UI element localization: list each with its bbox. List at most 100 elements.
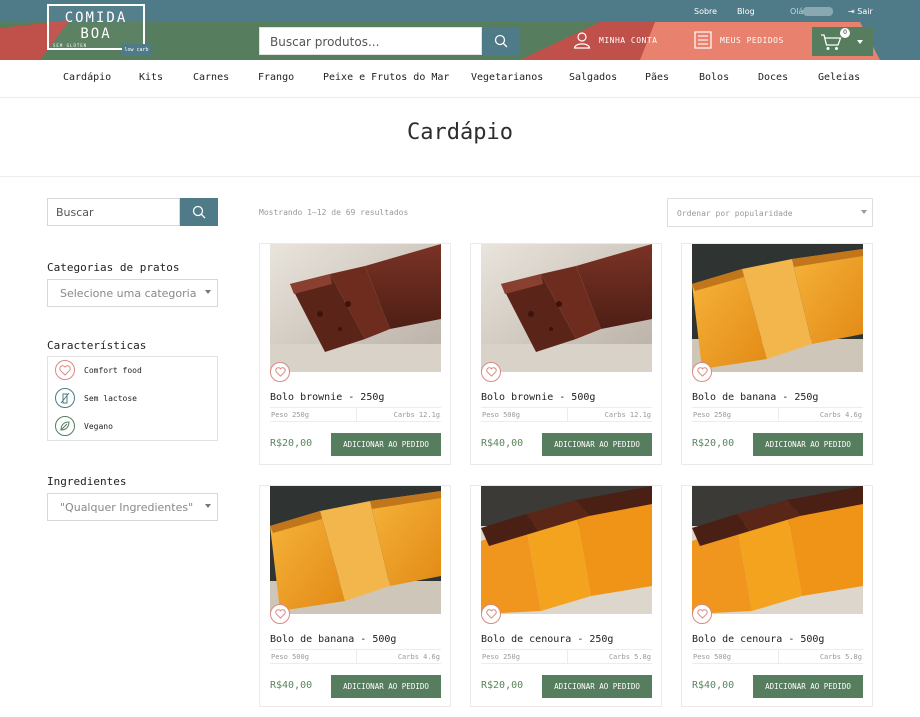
divider bbox=[778, 408, 779, 421]
add-to-order-button[interactable]: ADICIONAR AO PEDIDO bbox=[542, 433, 652, 456]
categories-heading: Categorias de pratos bbox=[47, 261, 180, 274]
product-card[interactable]: Bolo brownie - 250g Peso 250g Carbs 12.1… bbox=[259, 243, 451, 465]
add-to-order-button[interactable]: ADICIONAR AO PEDIDO bbox=[753, 675, 863, 698]
brand-line-1: COMIDA bbox=[64, 10, 128, 26]
account-link[interactable]: MINHA CONTA bbox=[573, 31, 657, 49]
nav-item-cardapio[interactable]: Cardápio bbox=[63, 72, 111, 83]
blog-link[interactable]: Blog bbox=[737, 7, 755, 16]
order-select[interactable]: Ordenar por popularidade bbox=[667, 198, 873, 227]
product-image-brownie[interactable] bbox=[270, 244, 441, 372]
product-meta: Peso 500g Carbs 5.8g bbox=[692, 649, 863, 664]
product-name[interactable]: Bolo brownie - 250g bbox=[270, 392, 384, 403]
about-link[interactable]: Sobre bbox=[694, 7, 717, 16]
orders-link[interactable]: MEUS PEDIDOS bbox=[694, 31, 784, 49]
favorite-button[interactable] bbox=[270, 362, 290, 382]
product-image-brownie[interactable] bbox=[481, 244, 652, 372]
logout-link[interactable]: ⇥ Sair bbox=[848, 7, 873, 16]
search-icon bbox=[192, 205, 206, 219]
product-price: R$40,00 bbox=[692, 680, 735, 691]
product-carbs: Carbs 12.1g bbox=[604, 411, 651, 419]
brand-tagline: SEM GLÚTEN bbox=[53, 43, 88, 48]
add-to-order-button[interactable]: ADICIONAR AO PEDIDO bbox=[331, 433, 441, 456]
favorite-button[interactable] bbox=[270, 604, 290, 624]
product-name[interactable]: Bolo de banana - 500g bbox=[270, 634, 396, 645]
features-list: Comfort food Sem lactose Vegano bbox=[47, 356, 218, 441]
nav-item-paes[interactable]: Pães bbox=[645, 72, 669, 83]
feature-comfort-food[interactable]: Comfort food bbox=[55, 360, 142, 380]
nav-item-vegetarianos[interactable]: Vegetarianos bbox=[471, 72, 543, 83]
user-greeting[interactable]: Olá bbox=[790, 7, 834, 16]
favorite-button[interactable] bbox=[692, 604, 712, 624]
bottle-crossed-icon bbox=[55, 388, 75, 408]
nav-item-salgados[interactable]: Salgados bbox=[569, 72, 617, 83]
search-icon bbox=[494, 34, 508, 48]
add-to-order-button[interactable]: ADICIONAR AO PEDIDO bbox=[331, 675, 441, 698]
favorite-button[interactable] bbox=[692, 362, 712, 382]
product-image-banana[interactable] bbox=[692, 244, 863, 372]
product-name[interactable]: Bolo brownie - 500g bbox=[481, 392, 595, 403]
page-title: Cardápio bbox=[407, 120, 513, 145]
brand-line-2: BOA bbox=[80, 26, 112, 42]
nav-item-doces[interactable]: Doces bbox=[758, 72, 788, 83]
product-name[interactable]: Bolo de cenoura - 250g bbox=[481, 634, 613, 645]
account-label: MINHA CONTA bbox=[599, 35, 658, 45]
product-weight: Peso 500g bbox=[482, 411, 520, 419]
product-meta: Peso 250g Carbs 12.1g bbox=[270, 407, 441, 422]
divider bbox=[356, 650, 357, 663]
cart-button[interactable]: 0 bbox=[812, 27, 873, 56]
feature-label: Sem lactose bbox=[84, 393, 137, 403]
product-card[interactable]: Bolo de cenoura - 500g Peso 500g Carbs 5… bbox=[681, 485, 873, 707]
product-weight: Peso 500g bbox=[693, 653, 731, 661]
product-card[interactable]: Bolo de banana - 250g Peso 250g Carbs 4.… bbox=[681, 243, 873, 465]
logout-icon: ⇥ bbox=[848, 7, 855, 16]
sidebar-search-input[interactable]: Buscar bbox=[47, 198, 180, 226]
product-card[interactable]: Bolo de cenoura - 250g Peso 250g Carbs 5… bbox=[470, 485, 662, 707]
redacted-username bbox=[803, 7, 834, 16]
nav-item-kits[interactable]: Kits bbox=[139, 72, 163, 83]
product-name[interactable]: Bolo de cenoura - 500g bbox=[692, 634, 824, 645]
results-count: Mostrando 1–12 de 69 resultados bbox=[259, 208, 409, 217]
product-name[interactable]: Bolo de banana - 250g bbox=[692, 392, 818, 403]
cart-count-badge: 0 bbox=[840, 28, 850, 38]
product-carbs: Carbs 4.6g bbox=[819, 411, 862, 419]
product-image-banana[interactable] bbox=[270, 486, 441, 614]
divider bbox=[356, 408, 357, 421]
heart-icon bbox=[485, 609, 497, 619]
add-to-order-button[interactable]: ADICIONAR AO PEDIDO bbox=[542, 675, 652, 698]
heart-icon bbox=[274, 367, 286, 377]
product-meta: Peso 500g Carbs 4.6g bbox=[270, 649, 441, 664]
nav-item-geleias[interactable]: Geleias bbox=[818, 72, 860, 83]
ingredients-select-value: "Qualquer Ingredientes" bbox=[60, 501, 194, 514]
product-card[interactable]: Bolo de banana - 500g Peso 500g Carbs 4.… bbox=[259, 485, 451, 707]
feature-sem-lactose[interactable]: Sem lactose bbox=[55, 388, 137, 408]
greeting-label: Olá bbox=[790, 7, 804, 16]
nav-item-frango[interactable]: Frango bbox=[258, 72, 294, 83]
product-search-input[interactable]: Buscar produtos... bbox=[259, 27, 482, 55]
chevron-down-icon[interactable] bbox=[856, 39, 864, 45]
feature-vegano[interactable]: Vegano bbox=[55, 416, 113, 436]
nav-item-carnes[interactable]: Carnes bbox=[193, 72, 229, 83]
leaf-icon bbox=[55, 416, 75, 436]
product-carbs: Carbs 12.1g bbox=[393, 411, 440, 419]
nav-item-bolos[interactable]: Bolos bbox=[699, 72, 729, 83]
divider bbox=[567, 650, 568, 663]
favorite-button[interactable] bbox=[481, 604, 501, 624]
ingredients-select[interactable]: "Qualquer Ingredientes" bbox=[47, 493, 218, 521]
search-button[interactable] bbox=[482, 27, 520, 55]
product-card[interactable]: Bolo brownie - 500g Peso 500g Carbs 12.1… bbox=[470, 243, 662, 465]
heart-icon bbox=[485, 367, 497, 377]
brand-logo[interactable]: COMIDA BOA SEM GLÚTEN low carb bbox=[47, 4, 151, 56]
sidebar-search-button[interactable] bbox=[180, 198, 218, 226]
add-to-order-button[interactable]: ADICIONAR AO PEDIDO bbox=[753, 433, 863, 456]
heart-icon bbox=[274, 609, 286, 619]
category-select[interactable]: Selecione uma categoria bbox=[47, 279, 218, 307]
product-image-carrot[interactable] bbox=[692, 486, 863, 614]
feature-label: Comfort food bbox=[84, 365, 142, 375]
cart-icon bbox=[821, 33, 842, 50]
favorite-button[interactable] bbox=[481, 362, 501, 382]
product-weight: Peso 250g bbox=[271, 411, 309, 419]
nav-item-peixe[interactable]: Peixe e Frutos do Mar bbox=[323, 72, 449, 83]
product-image-carrot[interactable] bbox=[481, 486, 652, 614]
product-carbs: Carbs 4.6g bbox=[397, 653, 440, 661]
heart-icon bbox=[55, 360, 75, 380]
